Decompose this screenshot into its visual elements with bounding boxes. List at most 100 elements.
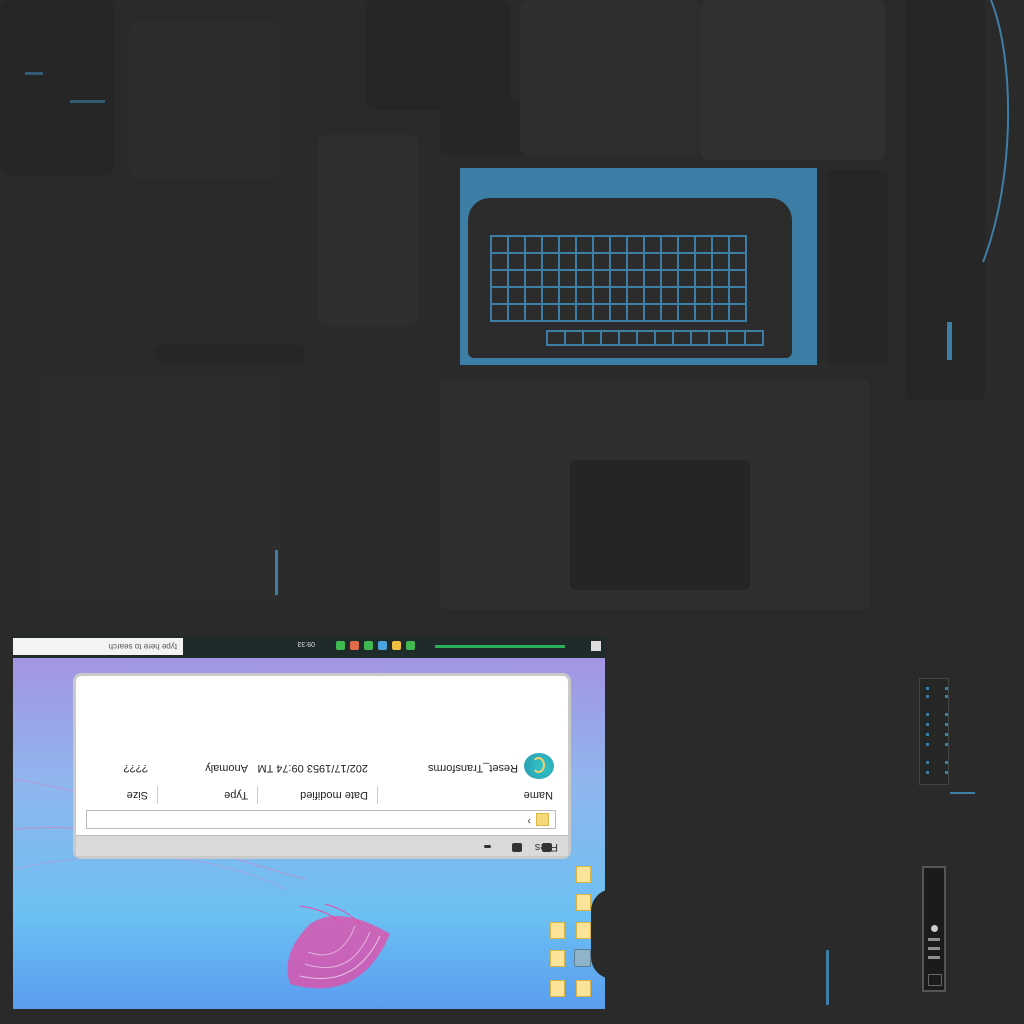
keyboard-key [729, 287, 746, 304]
tower-pc-icon [922, 866, 946, 992]
keyboard-key [508, 253, 525, 270]
keyboard-key [745, 331, 763, 345]
keyboard-key [644, 253, 661, 270]
keyboard-key [508, 236, 525, 253]
file-size: ???? [123, 762, 148, 774]
keyboard-key [559, 253, 576, 270]
keyboard-icon [460, 168, 817, 365]
power-led [931, 925, 938, 932]
file-name: Reset_Transforms [427, 762, 518, 774]
taskbar: 09:33 type here to search [13, 636, 605, 658]
keyboard-key [695, 304, 712, 321]
keyboard-key [709, 331, 727, 345]
column-header-type[interactable]: Type [224, 789, 248, 801]
accent-tick [826, 950, 829, 1005]
folder-icon[interactable] [550, 922, 565, 939]
keyboard-key [655, 331, 673, 345]
taskbar-search-input[interactable]: type here to search [13, 638, 183, 655]
keyboard-key [619, 331, 637, 345]
folder-icon[interactable] [550, 980, 565, 997]
texture-block [905, 0, 985, 400]
keyboard-key [627, 253, 644, 270]
accent-tick [25, 72, 43, 75]
keyboard-key [627, 236, 644, 253]
keyboard-key [542, 236, 559, 253]
keyboard-key [542, 253, 559, 270]
keyboard-key [673, 331, 691, 345]
keyboard-key [712, 253, 729, 270]
folder-icon[interactable] [550, 950, 565, 967]
taskbar-app-icon[interactable] [336, 641, 345, 650]
keyboard-key [508, 304, 525, 321]
taskbar-app-icon[interactable] [392, 641, 401, 650]
keyboard-key [678, 287, 695, 304]
keyboard-body [468, 198, 792, 358]
keyboard-key [661, 287, 678, 304]
keyboard-key [729, 270, 746, 287]
column-header-date[interactable]: Date modified [300, 789, 368, 801]
keyboard-key [542, 270, 559, 287]
texture-block [155, 345, 305, 363]
keyboard-key [559, 287, 576, 304]
address-bar[interactable]: › [86, 810, 556, 829]
keyboard-key [661, 304, 678, 321]
folder-icon[interactable] [576, 894, 591, 911]
keyboard-function-row [546, 330, 764, 346]
keyboard-key [576, 287, 593, 304]
computer-icon[interactable] [574, 949, 591, 967]
close-button[interactable] [542, 843, 552, 852]
keyboard-key [565, 331, 583, 345]
keyboard-key [559, 304, 576, 321]
texture-block [440, 100, 530, 155]
keyboard-key [583, 331, 601, 345]
keyboard-key [727, 331, 745, 345]
window-titlebar[interactable]: Files [76, 835, 568, 856]
keyboard-key [491, 253, 508, 270]
keyboard-key [525, 304, 542, 321]
keyboard-key [576, 236, 593, 253]
texture-block [40, 375, 280, 600]
keyboard-key [559, 236, 576, 253]
vent-panel [919, 678, 949, 785]
keyboard-keys-grid [490, 235, 747, 322]
taskbar-app-icon[interactable] [350, 641, 359, 650]
column-header-name[interactable]: Name [524, 789, 553, 801]
column-header-size[interactable]: Size [127, 789, 148, 801]
keyboard-key [695, 253, 712, 270]
keyboard-key [627, 270, 644, 287]
texture-block [130, 20, 280, 180]
keyboard-key [644, 287, 661, 304]
maximize-button[interactable] [512, 843, 522, 852]
file-date: 202/17/1953 09:74 TM [257, 762, 369, 774]
keyboard-key [593, 253, 610, 270]
keyboard-key [712, 287, 729, 304]
chevron-right-icon: › [527, 815, 531, 827]
taskbar-clock: 09:33 [297, 640, 315, 647]
keyboard-key [661, 253, 678, 270]
keyboard-key [644, 270, 661, 287]
keyboard-key [627, 287, 644, 304]
minimize-button[interactable] [484, 845, 491, 848]
keyboard-key [576, 270, 593, 287]
texture-block [0, 0, 115, 175]
taskbar-app-icon[interactable] [364, 641, 373, 650]
taskbar-app-icon[interactable] [378, 641, 387, 650]
keyboard-key [644, 304, 661, 321]
keyboard-key [637, 331, 655, 345]
keyboard-key [610, 253, 627, 270]
folder-icon[interactable] [576, 866, 591, 883]
texture-block [280, 390, 400, 600]
accent-tick [70, 100, 105, 103]
folder-icon[interactable] [576, 980, 591, 997]
keyboard-key [661, 270, 678, 287]
texture-block [700, 0, 885, 160]
keyboard-key [593, 236, 610, 253]
keyboard-key [491, 270, 508, 287]
texture-block [520, 0, 700, 155]
keyboard-key [576, 304, 593, 321]
keyboard-key [593, 304, 610, 321]
texture-block [318, 135, 418, 325]
start-button[interactable] [591, 641, 601, 651]
folder-icon[interactable] [576, 922, 591, 939]
taskbar-app-icon[interactable] [406, 641, 415, 650]
